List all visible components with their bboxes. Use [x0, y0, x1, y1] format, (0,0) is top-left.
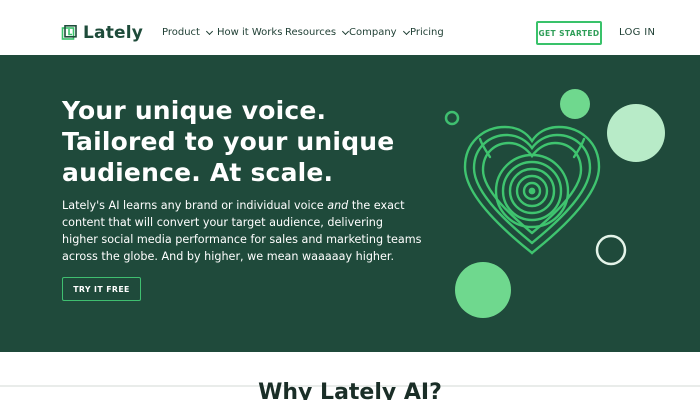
nav-item-company[interactable]: Company: [349, 27, 410, 38]
nav-item-label: Pricing: [410, 27, 444, 38]
nav-item-resources[interactable]: Resources: [285, 27, 350, 38]
logo-text: Lately: [83, 23, 144, 43]
top-navbar: Lately Product How it Works Resources Co…: [0, 0, 700, 55]
decor-dot-large-green: [455, 262, 511, 318]
hero-section: Your unique voice. Tailored to your uniq…: [0, 55, 700, 352]
decor-dot-medium: [560, 89, 590, 119]
hero-illustration: [444, 89, 665, 318]
nav-item-label: Company: [349, 27, 397, 38]
why-section: Why Lately AI?: [0, 352, 700, 400]
logo[interactable]: Lately: [61, 22, 143, 44]
nav-item-pricing[interactable]: Pricing: [410, 27, 444, 38]
fingerprint-heart-icon: [463, 125, 601, 255]
get-started-button[interactable]: GET STARTED: [536, 21, 602, 45]
chevron-down-icon: [205, 27, 214, 35]
decor-ring-small: [444, 110, 460, 126]
hero-subtext-part: Lately's AI learns any brand or individu…: [62, 199, 328, 212]
nav-item-how-it-works[interactable]: How it Works: [217, 27, 282, 38]
why-section-title: Why Lately AI?: [258, 380, 442, 400]
nav-item-product[interactable]: Product: [162, 27, 214, 38]
decor-ring-white: [595, 234, 627, 266]
hero-headline: Your unique voice. Tailored to your uniq…: [62, 96, 395, 187]
lately-logo-icon: [61, 25, 77, 40]
login-link[interactable]: LOG IN: [619, 27, 655, 38]
try-it-free-button[interactable]: TRY IT FREE: [62, 277, 141, 301]
chevron-down-icon: [402, 27, 410, 35]
nav-item-label: How it Works: [217, 27, 283, 38]
hero-subtext-emphasis: and: [327, 199, 349, 212]
hero-subtext: Lately's AI learns any brand or individu…: [62, 197, 422, 265]
nav-item-label: Product: [162, 27, 200, 38]
nav-item-label: Resources: [285, 27, 337, 38]
decor-dot-large-mint: [607, 104, 665, 162]
